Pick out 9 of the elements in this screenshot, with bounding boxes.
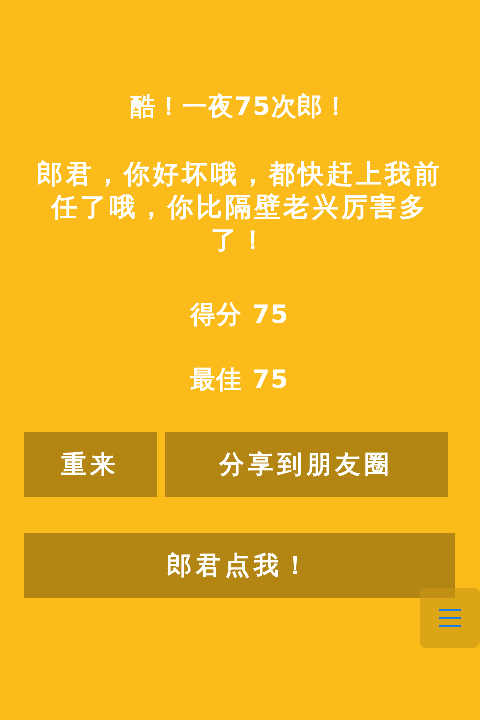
retry-button[interactable]: 重来 <box>24 432 157 497</box>
result-title: 酷！一夜75次郎！ <box>130 91 350 123</box>
result-message: 郎君，你好坏哦，都快赶上我前任了哦，你比隔壁老兴厉害多了！ <box>36 159 444 258</box>
menu-icon <box>438 608 462 628</box>
menu-button[interactable] <box>420 588 480 648</box>
score-text: 得分 75 <box>189 299 290 331</box>
share-button[interactable]: 分享到朋友圈 <box>165 432 448 497</box>
action-button[interactable]: 郎君点我！ <box>24 533 455 598</box>
score-text: 最佳 75 <box>190 364 290 396</box>
